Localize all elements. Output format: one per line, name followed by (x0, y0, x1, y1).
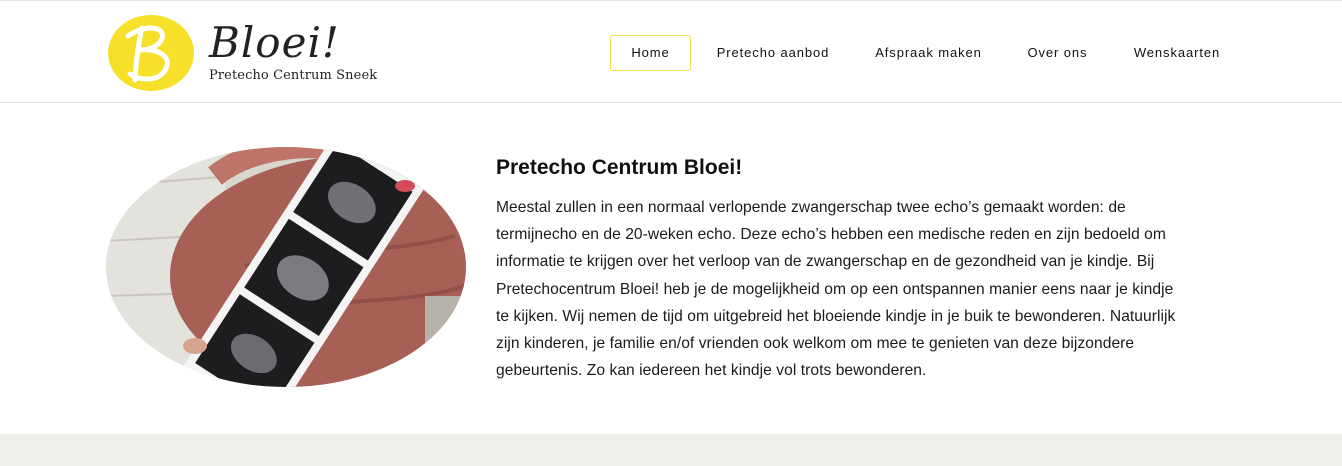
intro-line: zijn kinderen, je familie en/of vrienden… (496, 335, 1135, 353)
site-logo[interactable]: Bloei! Pretecho Centrum Sneek (108, 14, 378, 92)
nav-item-pretecho-aanbod[interactable]: Pretecho aanbod (705, 35, 841, 71)
footer-band (0, 434, 1342, 466)
intro-line: informatie te krijgen over het verloop v… (496, 253, 1155, 271)
nav-item-over-ons[interactable]: Over ons (1016, 35, 1099, 71)
logo-wordmark: Bloei! (209, 18, 340, 67)
intro-line: termijnecho en de 20-weken echo. Deze ec… (496, 226, 1166, 244)
intro-line: Meestal zullen in een normaal verlopende… (496, 199, 1126, 216)
intro-paragraph: Meestal zullen in een normaal verlopende… (496, 194, 1176, 384)
intro-line: gebeurtenis. Zo kan iedereen het kindje … (496, 362, 927, 380)
site-header: Bloei! Pretecho Centrum Sneek Home Prete… (0, 0, 1342, 103)
nav-item-home[interactable]: Home (610, 35, 691, 71)
page-title: Pretecho Centrum Bloei! (496, 156, 743, 179)
logo-b-icon (108, 15, 194, 91)
logo-subtitle: Pretecho Centrum Sneek (209, 68, 378, 83)
nav-item-afspraak-maken[interactable]: Afspraak maken (862, 35, 995, 71)
hero-ultrasound-image (106, 147, 466, 387)
intro-section: Pretecho Centrum Bloei! Meestal zullen i… (496, 154, 1176, 384)
intro-line: Pretechocentrum Bloei! heb je de mogelij… (496, 280, 1174, 298)
nav-item-wenskaarten[interactable]: Wenskaarten (1120, 35, 1234, 71)
intro-line: te kijken. Wij nemen de tijd om uitgebre… (496, 307, 1176, 325)
